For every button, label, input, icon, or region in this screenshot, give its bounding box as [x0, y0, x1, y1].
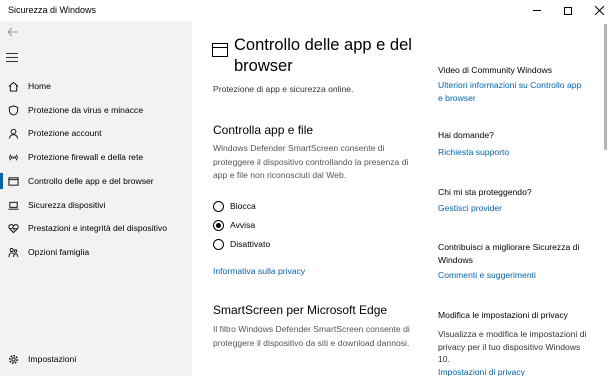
- sidebar-item-label: Protezione account: [28, 128, 102, 138]
- sidebar-item-label: Opzioni famiglia: [28, 247, 90, 257]
- radio-avvisa[interactable]: Avvisa: [213, 218, 255, 232]
- radio-disattivato[interactable]: Disattivato: [213, 237, 270, 251]
- sidebar-item-app-browser-control[interactable]: Controllo delle app e del browser: [0, 170, 192, 192]
- browser-icon: [0, 170, 26, 192]
- section-title-smartscreen-edge: SmartScreen per Microsoft Edge: [213, 303, 388, 317]
- active-indicator: [0, 173, 3, 189]
- home-icon: [0, 75, 26, 97]
- section-title-app-files: Controlla app e file: [213, 123, 314, 137]
- community-video-link[interactable]: Ulteriori informazioni su Controllo app …: [438, 79, 588, 104]
- section-description-smartscreen-edge: Il filtro Windows Defender SmartScreen c…: [213, 324, 410, 348]
- radio-circle: [213, 219, 224, 231]
- sidebar-item-firewall[interactable]: Protezione firewall e della rete: [0, 146, 192, 168]
- browser-icon: [212, 43, 228, 57]
- title-bar: Sicurezza di Windows: [0, 0, 610, 21]
- sidebar-item-family-options[interactable]: Opzioni famiglia: [0, 241, 192, 263]
- manage-providers-link[interactable]: Gestisci provider: [438, 202, 588, 215]
- sidebar-item-home[interactable]: Home: [0, 75, 192, 97]
- radio-circle: [213, 238, 224, 250]
- privacy-settings-heading: Modifica le impostazioni di privacy: [438, 310, 568, 320]
- scrollbar[interactable]: [604, 24, 607, 150]
- radio-circle: [213, 200, 224, 212]
- sidebar-item-label: Prestazioni e integrità del dispositivo: [28, 223, 168, 233]
- protection-heading: Chi mi sta proteggendo?: [438, 187, 532, 197]
- feedback-link[interactable]: Commenti e suggerimenti: [438, 269, 588, 282]
- back-arrow-icon[interactable]: [6, 25, 20, 39]
- family-icon: [0, 241, 26, 263]
- sidebar-item-label: Home: [28, 81, 51, 91]
- gear-icon: [0, 348, 26, 370]
- questions-heading: Hai domande?: [438, 130, 494, 140]
- page-subtitle: Protezione di app e sicurezza online.: [213, 84, 354, 94]
- laptop-icon: [0, 194, 26, 216]
- sidebar-item-virus-protection[interactable]: Protezione da virus e minacce: [0, 99, 192, 121]
- minimize-button[interactable]: [522, 0, 552, 21]
- shield-icon: [0, 99, 26, 121]
- get-help-link[interactable]: Richiesta supporto: [438, 146, 588, 159]
- person-icon: [0, 122, 26, 144]
- privacy-settings-link[interactable]: Impostazioni di privacy: [438, 366, 588, 376]
- maximize-button[interactable]: [553, 0, 583, 21]
- sidebar-item-label: Sicurezza dispositivi: [28, 200, 106, 210]
- sidebar-item-device-performance[interactable]: Prestazioni e integrità del dispositivo: [0, 217, 192, 239]
- close-button[interactable]: [584, 0, 610, 21]
- radio-label: Blocca: [230, 201, 256, 211]
- sidebar-item-label: Impostazioni: [28, 354, 77, 364]
- menu-icon[interactable]: [6, 53, 18, 63]
- minimize-icon: [533, 10, 541, 11]
- section-description-app-files: Windows Defender SmartScreen consente di…: [213, 143, 409, 181]
- window-title: Sicurezza di Windows: [8, 5, 97, 15]
- close-icon: [594, 6, 604, 15]
- radio-blocca[interactable]: Blocca: [213, 199, 256, 213]
- sidebar-item-label: Protezione da virus e minacce: [28, 105, 144, 115]
- privacy-settings-description: Visualizza e modifica le impostazioni di…: [438, 329, 587, 364]
- sidebar-item-settings[interactable]: Impostazioni: [0, 348, 192, 370]
- sidebar: Home Protezione da virus e minacce Prote…: [0, 21, 192, 376]
- privacy-statement-link[interactable]: Informativa sulla privacy: [213, 265, 305, 278]
- contribute-heading: Contribuisci a migliorare Sicurezza di W…: [438, 242, 580, 265]
- sidebar-item-device-security[interactable]: Sicurezza dispositivi: [0, 194, 192, 216]
- community-video-heading: Video di Community Windows: [438, 65, 552, 75]
- page-title: Controllo delle app e del browser: [234, 36, 412, 75]
- radio-label: Disattivato: [230, 239, 271, 249]
- sidebar-item-label: Controllo delle app e del browser: [28, 176, 154, 186]
- sidebar-item-account-protection[interactable]: Protezione account: [0, 122, 192, 144]
- maximize-icon: [564, 6, 572, 15]
- wifi-icon: [0, 146, 26, 168]
- heart-icon: [0, 217, 26, 239]
- radio-label: Avvisa: [230, 220, 256, 230]
- sidebar-item-label: Protezione firewall e della rete: [28, 152, 144, 162]
